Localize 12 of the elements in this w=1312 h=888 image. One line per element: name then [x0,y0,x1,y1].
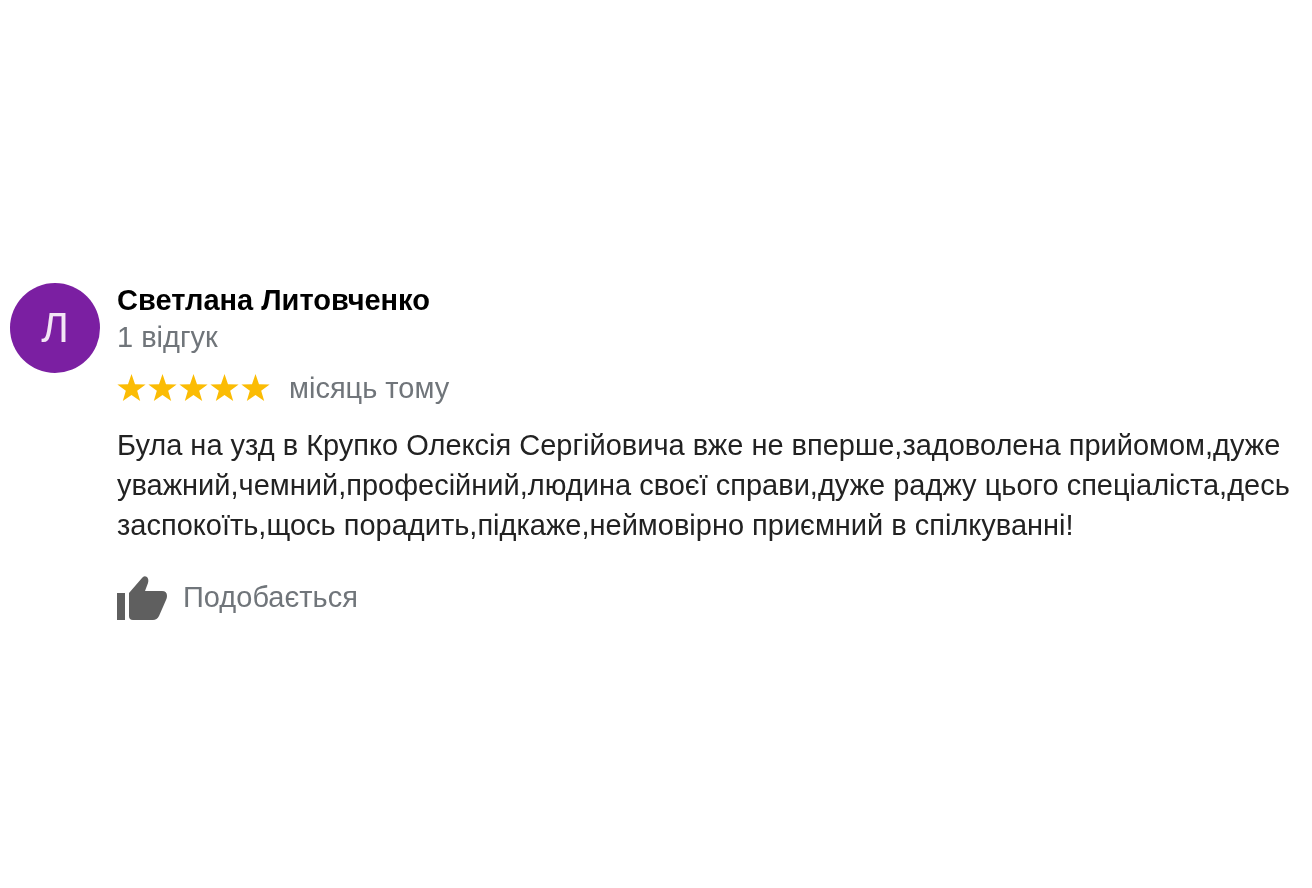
like-button[interactable]: Подобається [117,574,358,620]
avatar: Л [10,283,100,373]
filled-star-icon [148,374,177,402]
review-text: Була на узд в Крупко Олексія Сергійовича вже не вперше,задоволена прийомом,дуже уважний,чемний,професійний,людина своєї справи,дуже раджу цього спеціаліста,десь заспокоїть,щось порадить,підкаже,неймовірно приємний в спілкуванні! [117,428,1291,543]
filled-star-icon [179,374,208,402]
review-count: 1 відгук [117,320,218,354]
thumbs-up-icon [117,574,167,620]
filled-star-icon [210,374,239,402]
reviewer-name: Светлана Литовченко [117,283,430,317]
filled-star-icon [241,374,270,402]
review-date: місяць тому [289,371,450,405]
filled-star-icon [117,374,146,402]
